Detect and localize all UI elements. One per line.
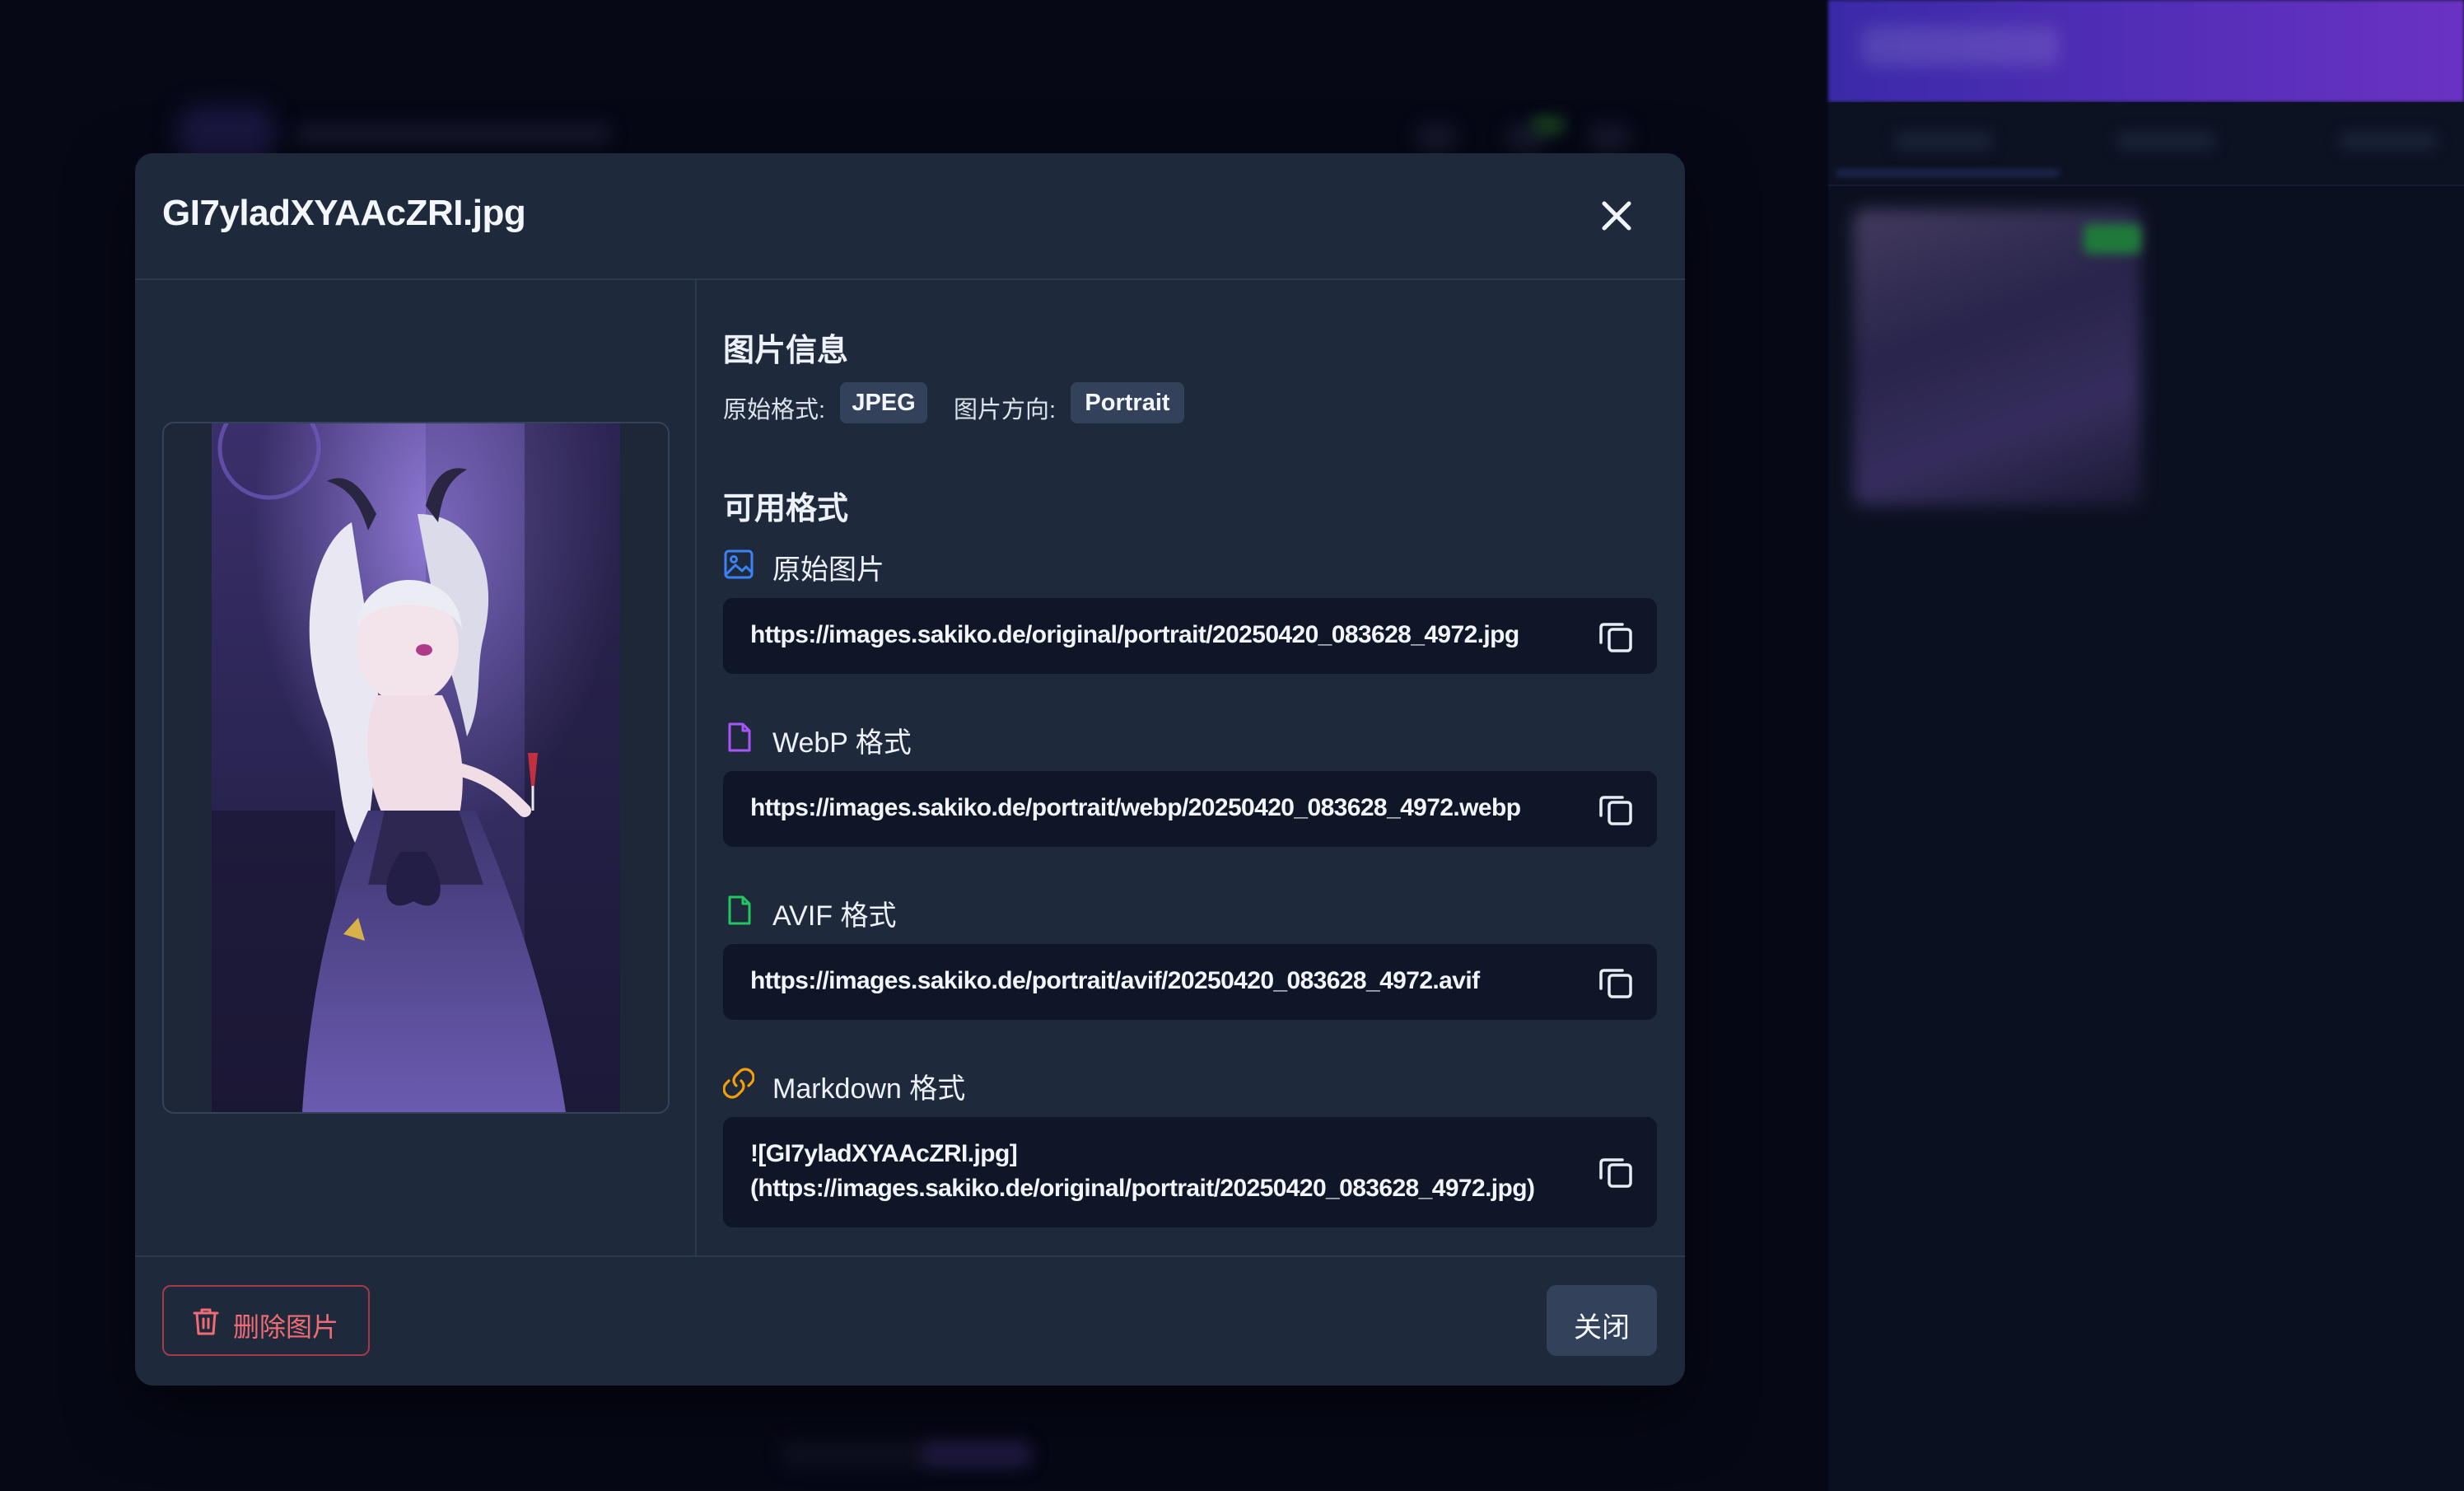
file-icon (723, 895, 754, 926)
background-nav-item (1416, 124, 1456, 152)
url-field-markdown[interactable]: ![GI7yladXYAAcZRI.jpg](https://images.sa… (723, 1117, 1657, 1227)
image-icon (723, 549, 754, 580)
url-text-original: https://images.sakiko.de/original/portra… (750, 621, 1519, 648)
drawer-header-title (1861, 26, 2059, 66)
copy-icon[interactable] (1598, 618, 1634, 654)
preview-artwork (212, 423, 620, 1112)
delete-image-label: 删除图片 (233, 1312, 339, 1342)
copy-icon[interactable] (1598, 1153, 1634, 1190)
modal-title: GI7yladXYAAcZRI.jpg (162, 193, 526, 233)
drawer-tab (1894, 132, 1993, 150)
drawer-tab-indicator (1836, 170, 2059, 176)
copy-icon[interactable] (1598, 964, 1634, 1000)
format-label-markdown: Markdown 格式 (772, 1073, 966, 1105)
image-preview (162, 422, 670, 1114)
orientation-chip: Portrait (1071, 382, 1184, 423)
image-detail-modal: GI7yladXYAAcZRI.jpg 图片信息 原始格式: JPEG 图片方向… (135, 153, 1685, 1386)
original-format-chip: JPEG (840, 382, 927, 423)
format-label-original: 原始图片 (772, 554, 884, 586)
close-button-label: 关闭 (1574, 1312, 1630, 1344)
format-label-avif: AVIF 格式 (772, 900, 897, 932)
url-text-webp: https://images.sakiko.de/portrait/webp/2… (750, 794, 1521, 821)
background-nav (296, 124, 609, 145)
url-text-avif: https://images.sakiko.de/portrait/avif/2… (750, 967, 1480, 994)
delete-image-button[interactable]: 删除图片 (162, 1285, 370, 1356)
url-field-avif[interactable]: https://images.sakiko.de/portrait/avif/2… (723, 944, 1657, 1020)
format-label-webp: WebP 格式 (772, 727, 912, 759)
close-button[interactable]: 关闭 (1547, 1285, 1657, 1356)
info-heading: 图片信息 (723, 334, 849, 368)
drawer-thumbnail (1853, 209, 2141, 506)
copy-icon[interactable] (1598, 791, 1634, 827)
url-text-markdown: ![GI7yladXYAAcZRI.jpg](https://images.sa… (750, 1140, 1535, 1202)
orientation-label: 图片方向: (954, 397, 1057, 423)
footer-divider (135, 1255, 1685, 1257)
url-field-webp[interactable]: https://images.sakiko.de/portrait/webp/2… (723, 771, 1657, 847)
file-icon (723, 722, 754, 753)
original-format-label: 原始格式: (723, 397, 826, 423)
formats-heading: 可用格式 (723, 492, 849, 526)
background-status-dot (1532, 115, 1565, 135)
url-field-original[interactable]: https://images.sakiko.de/original/portra… (723, 598, 1657, 674)
trash-icon (192, 1306, 220, 1336)
modal-header: GI7yladXYAAcZRI.jpg (135, 153, 1685, 280)
background-footer-link (922, 1443, 1029, 1465)
link-icon (722, 1068, 755, 1099)
close-icon[interactable] (1593, 192, 1640, 240)
drawer-thumbnail-badge (2084, 224, 2141, 254)
column-divider (695, 278, 697, 1255)
drawer-tab (2339, 132, 2438, 150)
drawer-tab (2116, 132, 2215, 150)
background-nav-item (1589, 124, 1629, 152)
